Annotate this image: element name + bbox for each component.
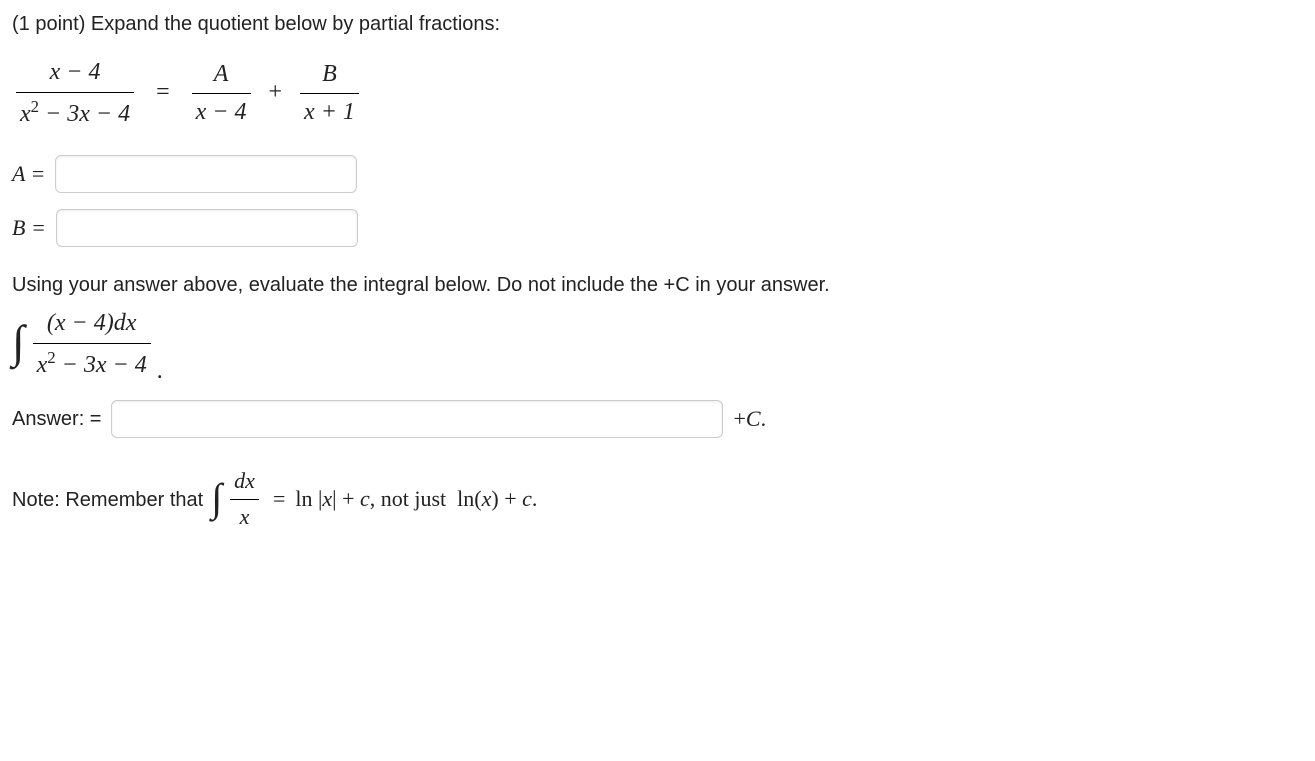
a-label: A = bbox=[12, 159, 45, 190]
a-input[interactable] bbox=[55, 155, 357, 193]
integrand-denominator: x2 − 3x − 4 bbox=[33, 343, 151, 383]
partial-fraction-equation: x − 4 x2 − 3x − 4 = A x − 4 + B x + 1 bbox=[12, 56, 1303, 131]
equals-sign: = bbox=[156, 79, 170, 105]
note-label: Note: Remember that bbox=[12, 486, 203, 514]
term-a-numerator: A bbox=[192, 58, 251, 94]
note-rhs: ln |x| + c, not just ln(x) + c. bbox=[295, 484, 537, 515]
note-frac-den: x bbox=[230, 499, 259, 533]
term-a-denominator: x − 4 bbox=[192, 93, 251, 130]
answer-input[interactable] bbox=[111, 400, 723, 438]
period: . bbox=[157, 355, 163, 389]
integrand-numerator: (x − 4)dx bbox=[33, 307, 151, 343]
b-input[interactable] bbox=[56, 209, 358, 247]
integral-sign-icon: ∫ bbox=[211, 482, 222, 514]
integral-sign-icon: ∫ bbox=[12, 324, 25, 361]
problem-prompt: (1 point) Expand the quotient below by p… bbox=[12, 10, 1303, 38]
note-expression: ∫ dx x = ln |x| + c, not just ln(x) + c. bbox=[211, 466, 537, 533]
answer-label: Answer: = bbox=[12, 405, 101, 433]
term-b-denominator: x + 1 bbox=[300, 93, 359, 130]
note-equals: = bbox=[273, 484, 285, 515]
b-label: B = bbox=[12, 213, 46, 244]
term-b-numerator: B bbox=[300, 58, 359, 94]
note-frac-num: dx bbox=[230, 466, 259, 499]
answer-suffix: +C. bbox=[733, 404, 766, 435]
lhs-numerator: x − 4 bbox=[16, 56, 134, 92]
plus-sign: + bbox=[269, 79, 283, 105]
integral-expression: ∫ (x − 4)dx x2 − 3x − 4 . bbox=[12, 307, 163, 382]
lhs-denominator: x2 − 3x − 4 bbox=[16, 92, 134, 132]
integral-prompt: Using your answer above, evaluate the in… bbox=[12, 271, 1303, 299]
